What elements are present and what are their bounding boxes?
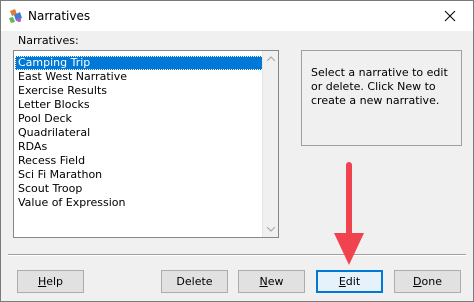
help-button-mnemonic: H	[37, 275, 47, 288]
close-button[interactable]	[427, 1, 473, 31]
delete-button-label: Delete	[176, 275, 213, 288]
title-bar: Narratives	[1, 1, 473, 31]
scroll-down-arrow-icon	[266, 227, 275, 232]
vertical-scrollbar[interactable]	[262, 51, 278, 237]
app-icon	[8, 8, 24, 24]
narratives-list-label: Narratives:	[18, 34, 79, 47]
instructions-text: Select a narrative to edit or delete. Cl…	[311, 66, 448, 107]
narratives-list: Camping Trip East West Narrative Exercise …	[15, 56, 264, 210]
button-separator	[8, 254, 466, 256]
edit-button-mnemonic: E	[338, 275, 346, 288]
done-button-rest: one	[421, 275, 442, 288]
narratives-dialog: Narratives Narratives: Camping Trip East …	[0, 0, 474, 302]
instructions-box: Select a narrative to edit or delete. Cl…	[301, 50, 462, 146]
done-button-mnemonic: D	[413, 275, 422, 288]
narrative-list-item[interactable]: Camping Trip	[15, 56, 264, 70]
help-button-rest: elp	[46, 275, 64, 288]
narrative-list-item[interactable]: Recess Field	[15, 154, 264, 168]
narrative-list-item[interactable]: Exercise Results	[15, 84, 264, 98]
narrative-list-item[interactable]: Sci Fi Marathon	[15, 168, 264, 182]
narrative-list-item[interactable]: RDAs	[15, 140, 264, 154]
new-button-mnemonic: N	[259, 275, 268, 288]
narrative-list-item[interactable]: East West Narrative	[15, 70, 264, 84]
window-title: Narratives	[28, 9, 91, 23]
close-icon	[444, 10, 456, 22]
edit-button[interactable]: Edit	[316, 270, 383, 293]
scroll-up-arrow-icon	[266, 56, 275, 61]
narrative-list-item[interactable]: Value of Expression	[15, 196, 264, 210]
help-button[interactable]: Help	[17, 270, 84, 293]
delete-button[interactable]: Delete	[161, 270, 228, 293]
edit-button-rest: dit	[345, 275, 361, 288]
narrative-list-item[interactable]: Quadrilateral	[15, 126, 264, 140]
narrative-list-item[interactable]: Pool Deck	[15, 112, 264, 126]
new-button-rest: ew	[267, 275, 284, 288]
narrative-list-item[interactable]: Letter Blocks	[15, 98, 264, 112]
narratives-listbox[interactable]: Camping Trip East West Narrative Exercise …	[13, 50, 279, 238]
narrative-list-item[interactable]: Scout Troop	[15, 182, 264, 196]
done-button[interactable]: Done	[394, 270, 461, 293]
scroll-down-button[interactable]	[263, 222, 278, 237]
new-button[interactable]: New	[238, 270, 305, 293]
scroll-up-button[interactable]	[263, 51, 278, 66]
